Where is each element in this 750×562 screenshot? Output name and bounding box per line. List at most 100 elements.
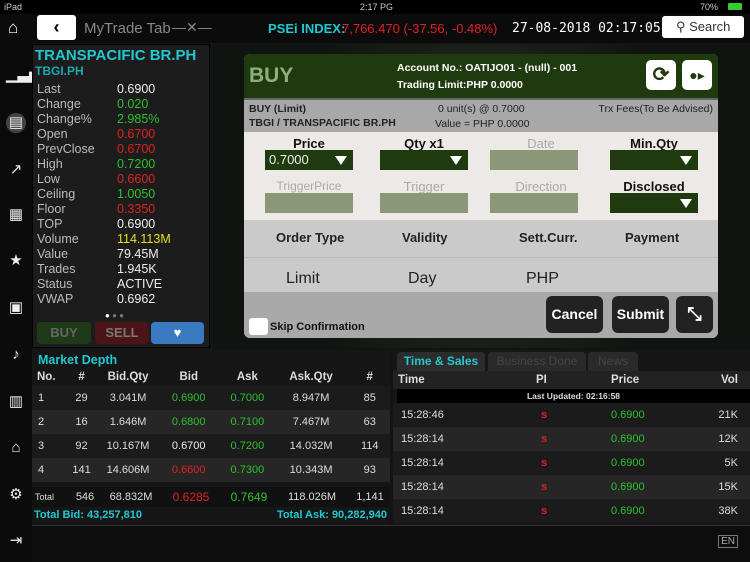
ordertype-picker[interactable]: Limit xyxy=(286,270,320,288)
trade-volume: 21K xyxy=(718,409,738,421)
order-options: Order Type Validity Sett.Curr. Payment L… xyxy=(244,220,718,292)
page-dots[interactable]: ● ● ● xyxy=(105,311,124,320)
chevron-down-icon xyxy=(450,156,462,165)
qty-dropdown[interactable] xyxy=(380,150,468,170)
depth-row[interactable]: 2 16 1.646M 0.6800 0.7100 7.467M 63 xyxy=(32,410,390,434)
logout-icon[interactable]: ⇥ xyxy=(6,531,26,551)
order-ticket: BUY Account No.: OATIJO01 - (null) - 001… xyxy=(244,54,718,338)
trade-time: 15:28:14 xyxy=(401,433,444,445)
sidebar: ▁▃▅ ▤ ↗ ▦ ★ ▣ ♪ ▥ ⌂ ⚙ ⇥ xyxy=(0,43,41,562)
field-value: 0.3350 xyxy=(117,202,156,216)
buy-button[interactable]: BUY xyxy=(37,322,91,344)
refresh-button[interactable]: ⟳ xyxy=(646,60,676,90)
last-updated: Last Updated: 02:16:58 xyxy=(397,389,750,403)
minqty-dropdown[interactable] xyxy=(610,150,698,170)
portfolio-icon[interactable]: ▣ xyxy=(6,298,26,318)
stock-info-icon[interactable]: ▤ xyxy=(6,113,26,133)
bid-qty: 1.646M xyxy=(109,416,147,428)
depth-row[interactable]: 4 141 14.606M 0.6600 0.7300 10.343M 93 xyxy=(32,458,390,482)
field-value: 0.7200 xyxy=(117,157,156,171)
validity-picker[interactable]: Day xyxy=(408,270,436,288)
favorite-button[interactable]: ♥ xyxy=(151,322,204,344)
user-arrow-icon: ●▸ xyxy=(689,67,705,83)
submit-button[interactable]: Submit xyxy=(612,296,669,333)
cancel-button[interactable]: Cancel xyxy=(546,296,603,333)
settcurr-picker[interactable]: PHP xyxy=(526,270,559,288)
tab-business-done[interactable]: Business Done xyxy=(488,352,586,371)
field-label: Change xyxy=(37,97,81,111)
back-button[interactable]: ‹ xyxy=(37,15,76,40)
field-label: Change% xyxy=(37,112,92,126)
trade-pi: s xyxy=(541,409,548,421)
order-fields: Price Qty x1 Date Min.Qty 0.7000 Trigger… xyxy=(244,132,718,220)
total-label: Total xyxy=(35,492,55,502)
settings-gear-icon[interactable]: ⚙ xyxy=(6,485,26,505)
device-label: iPad xyxy=(4,2,23,12)
favorite-doc-icon[interactable]: ★ xyxy=(6,251,26,271)
depth-row[interactable]: 3 92 10.167M 0.6700 0.7200 14.032M 114 xyxy=(32,434,390,458)
level: 4 xyxy=(38,464,45,476)
depth-header: # xyxy=(78,371,85,383)
order-side: BUY xyxy=(249,64,294,87)
trade-row[interactable]: 15:28:14 s 0.6900 38K xyxy=(393,499,750,523)
trade-volume: 12K xyxy=(718,433,738,445)
trade-price: 0.6900 xyxy=(611,457,645,469)
stock-field-ceiling: Ceiling 1.0050 xyxy=(33,187,209,202)
account-switch-button[interactable]: ●▸ xyxy=(682,60,712,90)
language-button[interactable]: EN xyxy=(718,535,738,548)
field-label: Ceiling xyxy=(37,187,76,201)
field-value: 2.985% xyxy=(117,112,160,126)
chart-up-icon[interactable]: ↗ xyxy=(6,160,26,180)
date-label: Date xyxy=(527,136,555,151)
trade-row[interactable]: 15:28:14 s 0.6900 12K xyxy=(393,427,750,451)
tab-time-sales[interactable]: Time & Sales xyxy=(397,352,485,371)
field-value: ACTIVE xyxy=(117,277,163,291)
depth-total-row: Total 546 68.832M 0.6285 0.7649 118.026M… xyxy=(32,487,390,507)
home-icon[interactable]: ⌂ xyxy=(8,18,18,38)
stock-field-vwap: VWAP 0.6962 xyxy=(33,292,209,307)
index-label: PSEi INDEX: xyxy=(268,21,346,36)
alert-bell-icon[interactable]: ♪ xyxy=(6,345,26,365)
depth-row[interactable]: 1 29 3.041M 0.6900 0.7000 8.947M 85 xyxy=(32,386,390,410)
search-button[interactable]: ⚲ Search xyxy=(662,16,744,38)
bar-chart-icon[interactable]: ▁▃▅ xyxy=(6,65,41,85)
field-label: High xyxy=(37,157,63,171)
bid-price: 0.6900 xyxy=(171,392,206,404)
trade-row[interactable]: 15:28:46 s 0.6900 21K xyxy=(393,403,750,427)
refresh-icon: ⟳ xyxy=(652,64,670,86)
collapse-button[interactable]: ⤡ xyxy=(676,296,713,333)
trigger-label: Trigger xyxy=(403,179,445,194)
field-label: Floor xyxy=(37,202,66,216)
tab-news[interactable]: News xyxy=(588,352,638,371)
col-time: Time xyxy=(398,374,425,386)
trade-row[interactable]: 15:28:14 s 0.6900 15K xyxy=(393,475,750,499)
trade-row[interactable]: 15:28:14 s 0.6900 5K xyxy=(393,451,750,475)
bottom-bar: EN xyxy=(32,525,750,562)
calculator-icon[interactable]: ▥ xyxy=(6,392,26,412)
market-depth-table: No. # Bid.Qty Bid Ask Ask.Qty # 1 29 3.041M 0.… xyxy=(32,368,390,482)
triggerprice-label: TriggerPrice xyxy=(276,179,342,193)
news-icon[interactable]: ▦ xyxy=(6,205,26,225)
sell-button[interactable]: SELL xyxy=(95,322,149,344)
disclosed-dropdown[interactable] xyxy=(610,193,698,213)
field-label: Value xyxy=(37,247,69,261)
trade-time: 15:28:14 xyxy=(401,505,444,517)
bid-count: 16 xyxy=(75,416,88,428)
trade-volume: 5K xyxy=(724,457,738,469)
skip-confirmation-checkbox[interactable] xyxy=(249,318,268,335)
trade-pi: s xyxy=(541,505,548,517)
total-bid-avg: 0.6285 xyxy=(172,490,210,504)
price-dropdown[interactable]: 0.7000 xyxy=(265,150,353,170)
battery-level: 70% xyxy=(700,2,719,12)
stock-code: TBGI.PH xyxy=(35,64,84,78)
stock-field-change-pct: Change% 2.985% xyxy=(33,112,209,127)
trigger-field xyxy=(380,193,468,213)
disclosed-label: Disclosed xyxy=(623,179,685,194)
ask-qty: 14.032M xyxy=(289,440,333,452)
trade-time: 15:28:14 xyxy=(401,457,444,469)
depth-header: Bid.Qty xyxy=(107,371,149,383)
time-sales-panel: Time & Sales Business Done News Time PI … xyxy=(393,350,750,525)
index-value: 7,766.470 (-37.56, -0.48%) xyxy=(342,21,498,36)
bank-icon[interactable]: ⌂ xyxy=(6,438,26,458)
status-bar: iPad 2:17 PG 70% xyxy=(0,0,750,14)
